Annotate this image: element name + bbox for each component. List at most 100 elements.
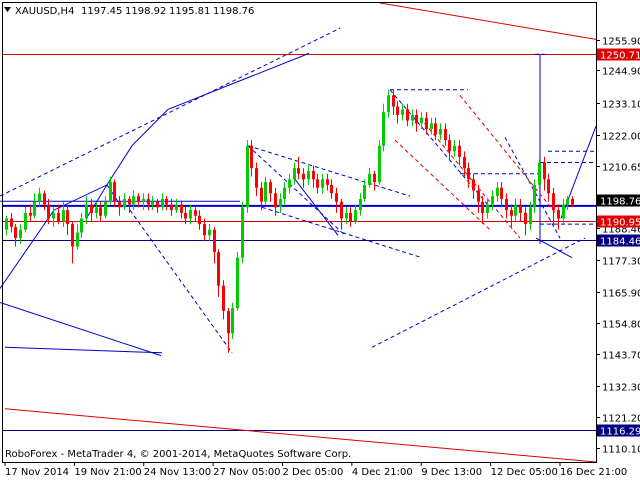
candle-body	[57, 212, 60, 222]
candle	[430, 117, 433, 135]
candle-body	[43, 193, 46, 205]
candle	[481, 196, 484, 225]
candle-body	[378, 145, 381, 183]
candle-body	[529, 207, 532, 225]
candle-body	[533, 184, 536, 208]
candle-body	[293, 168, 296, 180]
chart-header: XAUUSD,H4 1197.45 1198.92 1195.81 1198.7…	[4, 6, 254, 17]
candle	[5, 215, 8, 236]
candle	[439, 123, 442, 141]
candle	[444, 123, 447, 146]
candle-body	[420, 117, 423, 124]
candle	[354, 204, 357, 225]
candle	[250, 140, 253, 177]
candle-body	[326, 179, 329, 185]
candle	[246, 140, 249, 213]
candle-body	[467, 168, 470, 180]
candle	[547, 173, 550, 202]
candle	[505, 193, 508, 219]
level-tag-label: 1190.95	[600, 218, 640, 229]
candle	[123, 193, 126, 211]
candle-body	[463, 156, 466, 169]
candle-body	[302, 173, 305, 180]
candle	[297, 156, 300, 180]
candle	[90, 198, 93, 222]
candle-body	[274, 193, 277, 208]
x-tick-label: 16 Dec 21:00	[560, 467, 627, 478]
candle	[411, 109, 414, 127]
symbol-triangle-icon	[4, 7, 11, 12]
candle-body	[198, 215, 201, 225]
candle-body	[448, 140, 451, 152]
candle-body	[297, 168, 300, 174]
candle	[165, 196, 168, 211]
candle	[76, 224, 79, 250]
candle	[71, 221, 74, 264]
candle-body	[76, 232, 79, 247]
candle-body	[236, 257, 239, 309]
y-tick-label: 1110.10	[602, 445, 640, 456]
y-tick-label: 1222.00	[602, 132, 640, 143]
candle-body	[71, 224, 74, 247]
candle	[231, 302, 234, 339]
candle	[279, 193, 282, 213]
time-axis: 17 Nov 2014 19 Nov 21:00 24 Nov 13:00 27 No…	[4, 462, 627, 478]
candle	[80, 212, 83, 239]
candle	[420, 112, 423, 129]
candle-body	[19, 229, 22, 239]
candle-body	[411, 114, 414, 121]
candle-body	[161, 198, 164, 208]
candle-body	[552, 193, 555, 211]
candle-body	[208, 229, 211, 236]
candle	[557, 204, 560, 230]
candle	[241, 201, 244, 264]
trend-line	[247, 145, 411, 197]
candle-body	[269, 182, 272, 194]
candle-body	[142, 198, 145, 202]
chart-symbol: XAUUSD,H4	[15, 6, 74, 17]
candle-body	[118, 201, 121, 208]
candle	[302, 168, 305, 188]
candle	[396, 100, 399, 124]
candle	[363, 179, 366, 202]
y-tick-label: 1154.80	[602, 320, 640, 331]
candle	[213, 226, 216, 264]
candle-body	[260, 187, 263, 202]
candle	[208, 224, 211, 241]
level-tag-label: 1116.29	[600, 427, 640, 438]
candle-body	[500, 187, 503, 199]
candle-body	[113, 182, 116, 202]
channel-line	[379, 2, 597, 40]
candle-body	[382, 112, 385, 146]
candle	[467, 162, 470, 188]
candle	[330, 179, 333, 199]
candle-body	[354, 210, 357, 222]
candle-body	[5, 218, 8, 230]
candle-body	[547, 179, 550, 194]
y-tick-label: 1143.70	[602, 351, 640, 362]
candle-body	[147, 198, 150, 205]
candle-body	[491, 196, 494, 205]
candle-body	[387, 95, 390, 113]
candle-body	[194, 210, 197, 216]
candle	[10, 212, 13, 233]
candle-body	[29, 212, 32, 216]
ohlc-close: 1198.76	[213, 6, 254, 17]
candle-body	[123, 198, 126, 208]
candle	[113, 179, 116, 208]
candle-body	[406, 109, 409, 121]
candle-body	[62, 210, 65, 222]
candle	[24, 207, 27, 233]
candle	[486, 198, 489, 219]
candle-body	[514, 204, 517, 216]
candle-body	[227, 310, 230, 334]
candle-body	[458, 145, 461, 157]
candle-body	[425, 117, 428, 129]
candle-body	[430, 123, 433, 129]
candle-body	[330, 184, 333, 194]
candle	[312, 165, 315, 188]
candle	[326, 173, 329, 191]
candle	[349, 207, 352, 227]
candle	[434, 117, 437, 141]
candle	[288, 173, 291, 194]
